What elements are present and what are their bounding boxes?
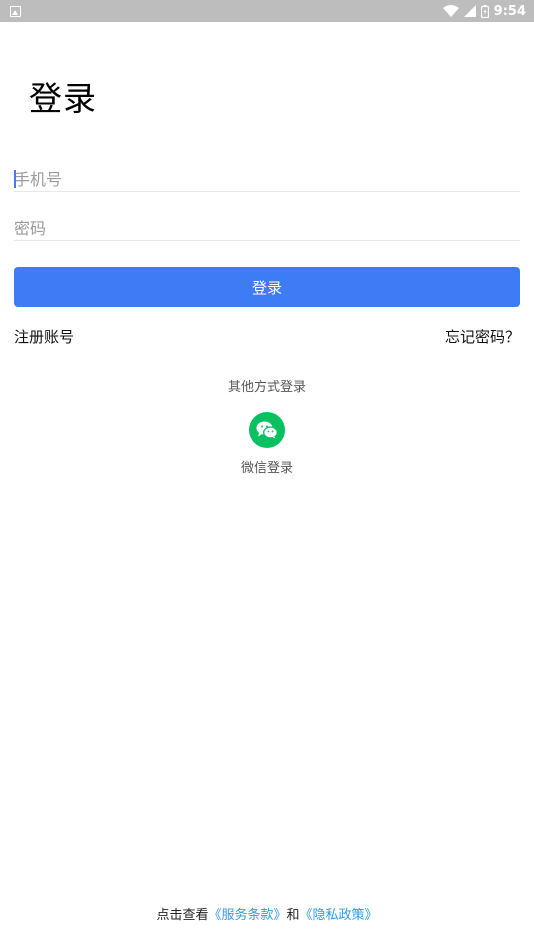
password-input[interactable]: [14, 219, 520, 238]
status-right: 9:54: [442, 3, 526, 19]
status-left: [10, 5, 21, 17]
link-row: 注册账号 忘记密码？: [14, 326, 520, 347]
notification-icon: [10, 5, 21, 17]
terms-prefix: 点击查看: [156, 908, 209, 923]
service-terms-link[interactable]: 《服务条款》: [208, 908, 286, 923]
page-title: 登录: [29, 79, 97, 118]
wifi-icon: [442, 5, 459, 17]
terms-and: 和: [286, 908, 300, 923]
password-field[interactable]: [14, 207, 520, 241]
other-login-label: 其他方式登录: [227, 380, 306, 395]
wechat-icon: [256, 421, 278, 439]
wechat-login-button[interactable]: [249, 412, 285, 448]
forgot-password-link[interactable]: 忘记密码？: [445, 326, 520, 347]
login-button[interactable]: 登录: [14, 267, 520, 307]
register-link[interactable]: 注册账号: [14, 326, 74, 347]
phone-field[interactable]: [14, 158, 520, 192]
phone-input[interactable]: [14, 170, 520, 189]
privacy-policy-link[interactable]: 《隐私政策》: [300, 908, 378, 923]
battery-icon: [480, 4, 489, 18]
terms-footer: 点击查看《服务条款》和《隐私政策》: [0, 904, 534, 923]
status-bar: 9:54: [0, 0, 534, 22]
wechat-login-label: 微信登录: [240, 461, 293, 476]
status-time: 9:54: [493, 3, 526, 19]
signal-icon: [463, 5, 476, 17]
